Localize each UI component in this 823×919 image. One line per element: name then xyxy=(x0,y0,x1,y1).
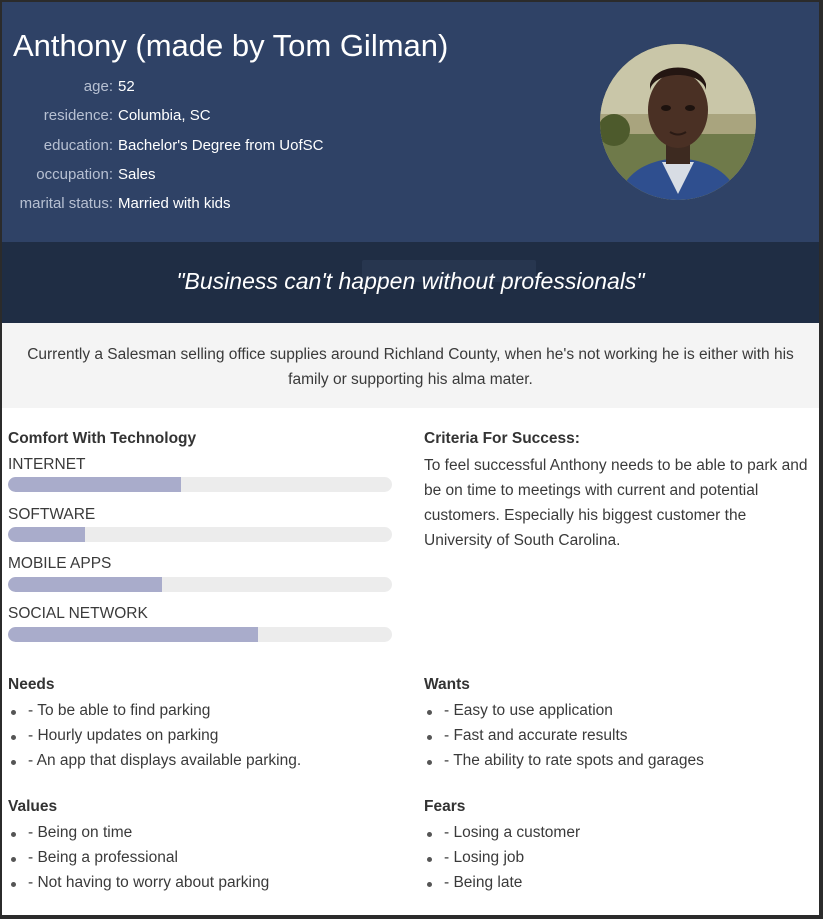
fact-age: age: 52 xyxy=(2,78,422,107)
list-item: - Losing a customer xyxy=(424,824,580,849)
wants-heading: Wants xyxy=(424,676,470,693)
quote-band: "Business can't happen without professio… xyxy=(2,242,819,323)
list-item: - An app that displays available parking… xyxy=(8,752,301,777)
list-item: - Easy to use application xyxy=(424,702,704,727)
needs-heading: Needs xyxy=(8,676,55,693)
fact-value: Sales xyxy=(118,165,156,183)
avatar xyxy=(600,44,756,200)
fact-value: Bachelor's Degree from UofSC xyxy=(118,136,324,154)
person-portrait-icon xyxy=(600,44,756,200)
criteria-heading: Criteria For Success: xyxy=(424,430,580,447)
tech-label-internet: INTERNET xyxy=(8,456,86,473)
list-item: - Not having to worry about parking xyxy=(8,874,269,899)
fact-label: occupation: xyxy=(36,165,113,183)
wants-list: - Easy to use application - Fast and acc… xyxy=(424,702,704,778)
fact-value: 52 xyxy=(118,78,135,95)
fears-heading: Fears xyxy=(424,798,466,815)
list-item: - Being on time xyxy=(8,824,269,849)
fact-label: marital status: xyxy=(19,195,113,213)
tech-bar-fill xyxy=(8,477,181,492)
fact-label: age: xyxy=(83,78,113,95)
tech-bar-social-network xyxy=(8,627,392,642)
tech-bar-fill xyxy=(8,627,258,642)
list-item: - Fast and accurate results xyxy=(424,727,704,752)
technology-heading: Comfort With Technology xyxy=(8,430,197,447)
persona-card: Anthony (made by Tom Gilman) age: 52 res… xyxy=(2,2,819,915)
needs-list: - To be able to find parking - Hourly up… xyxy=(8,702,301,778)
tech-bar-internet xyxy=(8,477,392,492)
tech-bar-fill xyxy=(8,577,162,592)
persona-name: Anthony (made by Tom Gilman) xyxy=(13,28,449,63)
fact-occupation: occupation: Sales xyxy=(2,166,422,195)
list-item: - The ability to rate spots and garages xyxy=(424,752,704,777)
list-item: - Being late xyxy=(424,874,580,899)
fact-value: Columbia, SC xyxy=(118,107,211,125)
values-heading: Values xyxy=(8,798,58,815)
fact-education: education: Bachelor's Degree from UofSC xyxy=(2,137,422,166)
persona-quote: "Business can't happen without professio… xyxy=(176,268,645,294)
persona-header: Anthony (made by Tom Gilman) age: 52 res… xyxy=(2,2,819,242)
persona-facts: age: 52 residence: Columbia, SC educatio… xyxy=(2,78,422,224)
fact-label: residence: xyxy=(43,107,113,125)
tech-bar-mobile-apps xyxy=(8,577,392,592)
list-item: - To be able to find parking xyxy=(8,702,301,727)
fact-residence: residence: Columbia, SC xyxy=(2,107,422,136)
tech-label-social-network: SOCIAL NETWORK xyxy=(8,605,148,622)
fact-label: education: xyxy=(43,136,113,154)
tech-bar-software xyxy=(8,527,392,542)
fact-value: Married with kids xyxy=(118,195,231,213)
list-item: - Hourly updates on parking xyxy=(8,727,301,752)
values-list: - Being on time - Being a professional -… xyxy=(8,824,269,900)
tech-label-mobile-apps: MOBILE APPS xyxy=(8,555,112,572)
tech-bar-fill xyxy=(8,527,85,542)
tech-label-software: SOFTWARE xyxy=(8,506,96,523)
criteria-text: To feel successful Anthony needs to be a… xyxy=(424,457,808,549)
list-item: - Losing job xyxy=(424,849,580,874)
fact-marital-status: marital status: Married with kids xyxy=(2,195,422,224)
fears-list: - Losing a customer - Losing job - Being… xyxy=(424,824,580,900)
list-item: - Being a professional xyxy=(8,849,269,874)
persona-summary: Currently a Salesman selling office supp… xyxy=(2,323,819,408)
